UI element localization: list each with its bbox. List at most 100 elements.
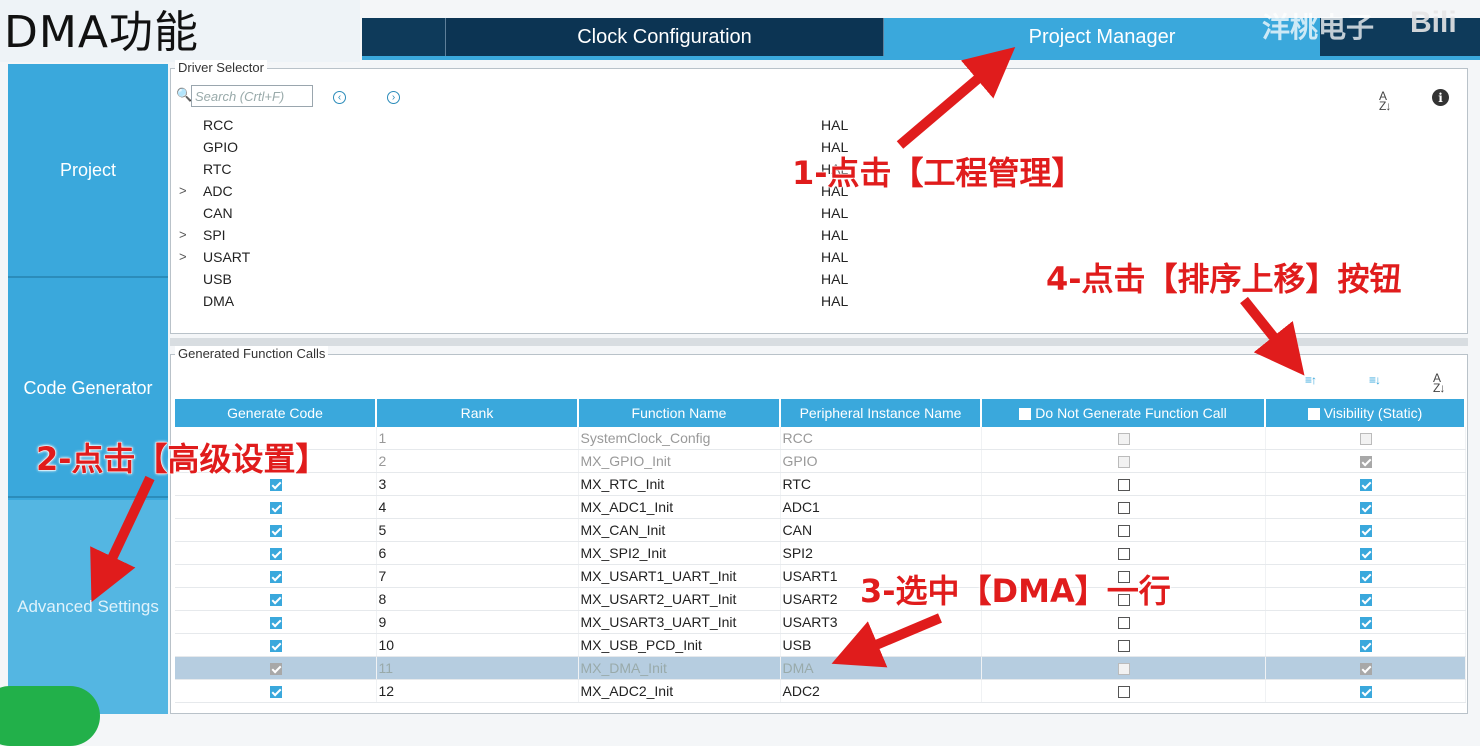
annotation-step4: 4-点击【排序上移】按钮 xyxy=(1046,260,1403,299)
cell-instance-name: DMA xyxy=(780,656,982,680)
search-icon: 🔍 xyxy=(176,87,193,102)
table-header-row: Generate Code Rank Function Name Periphe… xyxy=(175,399,1466,427)
function-calls-table-body: 1 SystemClock_Config RCC 2 MX_GPIO_Init GPIO 3… xyxy=(175,427,1466,703)
table-row[interactable]: 12 MX_ADC2_Init ADC2 xyxy=(175,679,1466,703)
visibility-static-checkbox[interactable] xyxy=(1360,617,1372,630)
expand-chevron-icon[interactable]: > xyxy=(179,249,187,264)
visibility-static-checkbox[interactable] xyxy=(1360,433,1372,446)
table-row[interactable]: 5 MX_CAN_Init CAN xyxy=(175,518,1466,542)
expand-chevron-icon[interactable]: > xyxy=(179,227,187,242)
collapse-all-icon[interactable]: ‹ xyxy=(333,91,346,104)
driver-row[interactable]: > SPI HAL xyxy=(179,225,979,247)
do-not-generate-checkbox[interactable] xyxy=(1118,617,1130,630)
generate-code-checkbox[interactable] xyxy=(270,479,283,492)
do-not-generate-checkbox[interactable] xyxy=(1118,433,1130,446)
visibility-static-checkbox[interactable] xyxy=(1360,571,1372,584)
driver-library-select[interactable]: HAL xyxy=(821,271,848,287)
driver-library-select[interactable]: HAL xyxy=(821,249,848,265)
header-visibility-static[interactable]: Visibility (Static) xyxy=(1265,399,1466,427)
table-row[interactable]: 10 MX_USB_PCD_Init USB xyxy=(175,633,1466,657)
driver-row[interactable]: DMA HAL xyxy=(179,291,979,313)
driver-library-select[interactable]: HAL xyxy=(821,293,848,309)
driver-row[interactable]: CAN HAL xyxy=(179,203,979,225)
header-peripheral-instance-name[interactable]: Peripheral Instance Name xyxy=(780,399,982,427)
move-up-icon[interactable]: ≡↑ xyxy=(1305,374,1317,386)
driver-library-select[interactable]: HAL xyxy=(821,117,848,133)
header-generate-code[interactable]: Generate Code xyxy=(175,399,377,427)
visibility-static-checkbox[interactable] xyxy=(1360,686,1372,699)
table-row[interactable]: 2 MX_GPIO_Init GPIO xyxy=(175,449,1466,473)
tab-pinout[interactable] xyxy=(362,18,446,56)
driver-row[interactable]: USB HAL xyxy=(179,269,979,291)
table-row[interactable]: 9 MX_USART3_UART_Init USART3 xyxy=(175,610,1466,634)
do-not-generate-checkbox[interactable] xyxy=(1118,456,1130,469)
driver-row[interactable]: > USART HAL xyxy=(179,247,979,269)
cell-function-name: MX_USB_PCD_Init xyxy=(578,633,781,657)
visibility-static-checkbox[interactable] xyxy=(1360,525,1372,538)
do-not-generate-checkbox[interactable] xyxy=(1118,479,1130,492)
cell-rank: 6 xyxy=(376,541,579,565)
cell-rank: 7 xyxy=(376,564,579,588)
driver-name: DMA xyxy=(203,293,235,309)
search-input[interactable]: Search (Crtl+F) xyxy=(191,85,313,107)
sort-az-icon[interactable]: A Z↓ xyxy=(1433,372,1445,394)
cell-function-name: MX_DMA_Init xyxy=(578,656,781,680)
driver-name: SPI xyxy=(203,227,226,243)
visibility-static-checkbox[interactable] xyxy=(1360,479,1372,492)
do-not-generate-checkbox[interactable] xyxy=(1118,548,1130,561)
sidebar-item-advanced-settings[interactable]: Advanced Settings xyxy=(8,500,168,714)
header-do-not-generate[interactable]: Do Not Generate Function Call xyxy=(981,399,1266,427)
do-not-generate-checkbox[interactable] xyxy=(1118,686,1130,699)
generate-code-checkbox[interactable] xyxy=(270,686,283,699)
table-row[interactable]: 1 SystemClock_Config RCC xyxy=(175,427,1466,450)
cell-do-not-generate xyxy=(981,472,1266,496)
do-not-generate-checkbox[interactable] xyxy=(1118,502,1130,515)
generated-function-calls-legend: Generated Function Calls xyxy=(175,346,329,361)
sort-az-icon[interactable]: A Z↓ xyxy=(1379,90,1391,112)
expand-all-icon[interactable]: › xyxy=(387,91,400,104)
visibility-static-checkbox[interactable] xyxy=(1360,663,1372,676)
table-row[interactable]: 4 MX_ADC1_Init ADC1 xyxy=(175,495,1466,519)
header-rank[interactable]: Rank xyxy=(376,399,579,427)
header-function-name[interactable]: Function Name xyxy=(578,399,781,427)
driver-library-select[interactable]: HAL xyxy=(821,205,848,221)
visibility-all-checkbox[interactable] xyxy=(1307,408,1320,421)
table-row[interactable]: 3 MX_RTC_Init RTC xyxy=(175,472,1466,496)
generate-code-checkbox[interactable] xyxy=(270,525,283,538)
cell-visibility xyxy=(1265,518,1466,542)
driver-library-select[interactable]: HAL xyxy=(821,227,848,243)
driver-row[interactable]: RCC HAL xyxy=(179,115,979,137)
visibility-static-checkbox[interactable] xyxy=(1360,594,1372,607)
cell-instance-name: ADC2 xyxy=(780,679,982,703)
visibility-static-checkbox[interactable] xyxy=(1360,502,1372,515)
do-not-generate-checkbox[interactable] xyxy=(1118,640,1130,653)
do-not-generate-checkbox[interactable] xyxy=(1118,525,1130,538)
visibility-static-checkbox[interactable] xyxy=(1360,640,1372,653)
expand-chevron-icon[interactable]: > xyxy=(179,183,187,198)
do-not-generate-checkbox[interactable] xyxy=(1118,663,1130,676)
generate-code-checkbox[interactable] xyxy=(270,571,283,584)
cell-function-name: MX_CAN_Init xyxy=(578,518,781,542)
generate-code-checkbox[interactable] xyxy=(270,502,283,515)
generate-code-checkbox[interactable] xyxy=(270,594,283,607)
visibility-static-checkbox[interactable] xyxy=(1360,456,1372,469)
table-row[interactable]: 11 MX_DMA_Init DMA xyxy=(175,656,1466,680)
info-icon[interactable]: i xyxy=(1432,89,1449,106)
generate-code-checkbox[interactable] xyxy=(270,548,283,561)
table-row[interactable]: 7 MX_USART1_UART_Init USART1 xyxy=(175,564,1466,588)
sidebar-item-project[interactable]: Project xyxy=(8,64,168,278)
tab-project-manager[interactable]: Project Manager xyxy=(884,18,1320,56)
cell-rank: 3 xyxy=(376,472,579,496)
panel-splitter[interactable] xyxy=(170,338,1468,346)
move-down-icon[interactable]: ≡↓ xyxy=(1369,374,1381,386)
tab-clock-configuration[interactable]: Clock Configuration xyxy=(446,18,884,56)
generate-code-checkbox[interactable] xyxy=(270,663,283,676)
do-not-generate-all-checkbox[interactable] xyxy=(1019,408,1032,421)
table-row[interactable]: 6 MX_SPI2_Init SPI2 xyxy=(175,541,1466,565)
generate-code-checkbox[interactable] xyxy=(270,640,283,653)
cell-function-name: MX_USART3_UART_Init xyxy=(578,610,781,634)
visibility-static-checkbox[interactable] xyxy=(1360,548,1372,561)
cell-rank: 11 xyxy=(376,656,579,680)
generate-code-checkbox[interactable] xyxy=(270,617,283,630)
table-row[interactable]: 8 MX_USART2_UART_Init USART2 xyxy=(175,587,1466,611)
